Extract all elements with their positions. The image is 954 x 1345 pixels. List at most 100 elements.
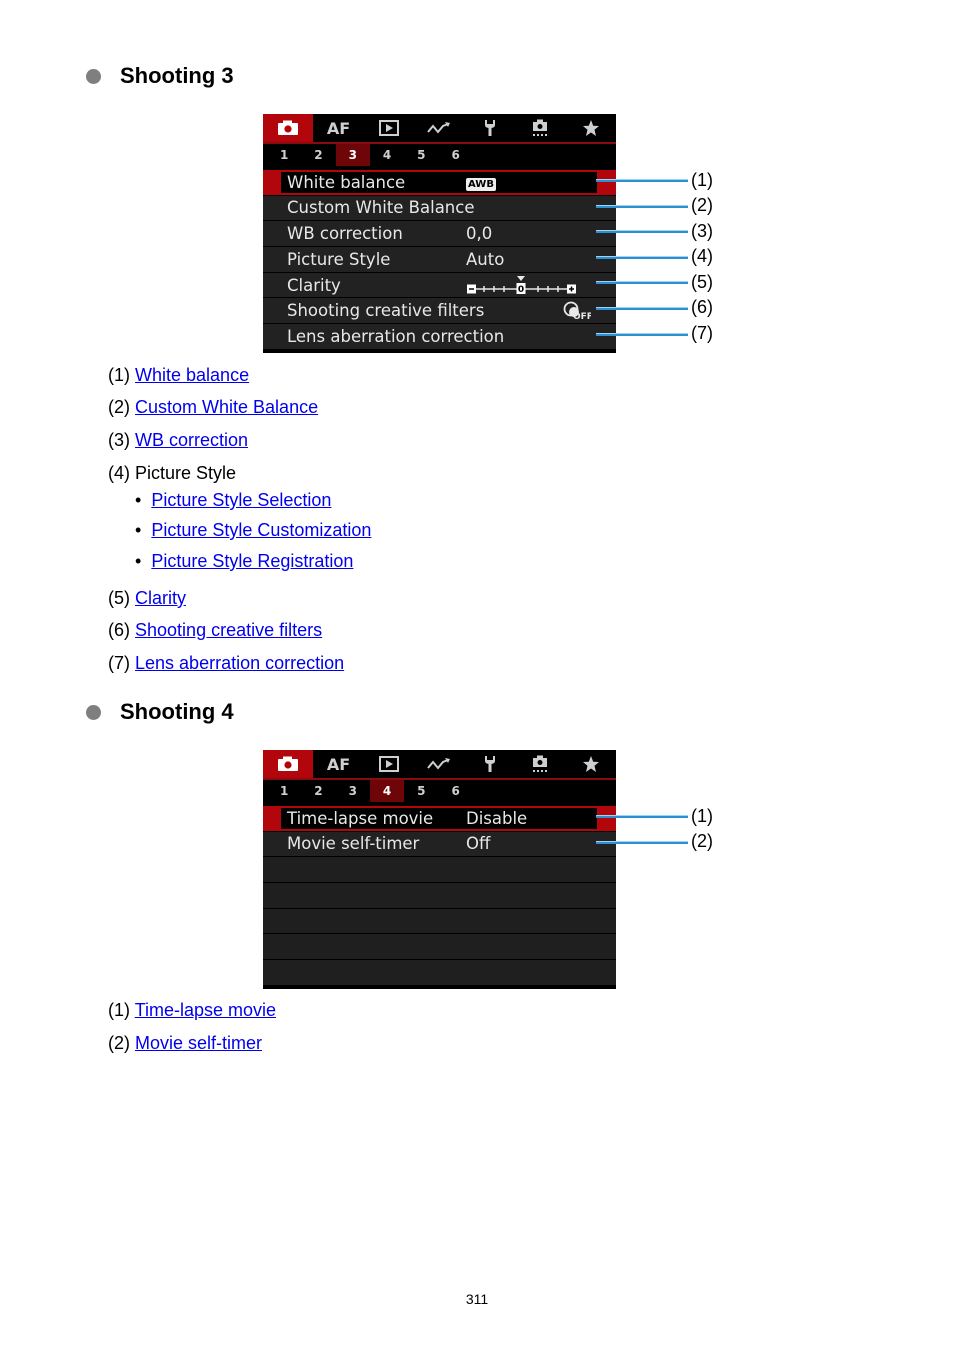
menu-row-wb-correction[interactable]: WB correction 0,0 — [263, 221, 616, 246]
creative-filter-off-icon: OFF — [563, 302, 591, 321]
sub-list-item: • Picture Style Selection — [135, 490, 331, 511]
camera-icon — [278, 756, 299, 771]
callout-label: (3) — [691, 221, 713, 241]
tab-custom-functions[interactable] — [515, 114, 565, 142]
section-title: Shooting 3 — [120, 63, 234, 88]
section-heading-shooting-3: Shooting 3 — [86, 63, 234, 89]
section-heading-shooting-4: Shooting 4 — [86, 699, 234, 725]
menu-row-movie-self-timer[interactable]: Movie self-timer Off — [263, 831, 616, 857]
subtab-6[interactable]: 6 — [438, 780, 472, 802]
awb-badge-icon: AWB — [466, 177, 496, 191]
tab-wireless[interactable] — [414, 750, 464, 778]
wireless-icon — [427, 122, 451, 134]
tab-af[interactable]: AF — [313, 750, 363, 778]
tab-shooting[interactable] — [263, 114, 314, 142]
callout-label: (1) — [691, 806, 713, 826]
menu-tab-bar: AF — [263, 750, 616, 780]
tab-setup[interactable] — [465, 114, 515, 142]
menu-subtab-bar: 1 2 3 4 5 6 — [263, 780, 616, 802]
link-picture-style-customization[interactable]: Picture Style Customization — [151, 520, 371, 540]
list-item: (6) Shooting creative filters — [108, 620, 323, 640]
tab-wireless[interactable] — [414, 114, 464, 142]
subtab-1[interactable]: 1 — [267, 780, 301, 802]
callout-label: (6) — [691, 297, 713, 317]
callout-line — [596, 205, 688, 208]
subtab-5[interactable]: 5 — [404, 780, 438, 802]
subtab-4[interactable]: 4 — [370, 144, 404, 166]
list-item: (5) Clarity — [108, 588, 187, 608]
link-time-lapse-movie[interactable]: Time-lapse movie — [135, 1000, 276, 1020]
camera-menu-shooting-3: AF 1 2 3 4 5 6 White balance AWB Custom … — [263, 114, 616, 353]
wireless-icon — [427, 758, 451, 770]
list-item-text: Picture Style — [135, 463, 237, 483]
link-wb-correction[interactable]: WB correction — [135, 430, 248, 450]
callout-label: (4) — [691, 246, 713, 266]
subtab-3[interactable]: 3 — [336, 780, 370, 802]
menu-row-empty — [263, 934, 616, 959]
menu-row-value: Off — [466, 834, 491, 854]
menu-row-label: WB correction — [287, 224, 403, 244]
wrench-icon — [484, 120, 495, 136]
tab-my-menu[interactable] — [565, 114, 615, 142]
tab-custom-functions[interactable] — [515, 750, 565, 778]
bullet-icon: • — [135, 490, 142, 510]
link-picture-style-registration[interactable]: Picture Style Registration — [151, 551, 353, 571]
menu-row-clarity[interactable]: Clarity 0 — [263, 272, 616, 298]
list-item: (2) Custom White Balance — [108, 397, 319, 417]
menu-row-picture-style[interactable]: Picture Style Auto — [263, 247, 616, 272]
menu-row-value: AWB — [466, 173, 496, 192]
wrench-icon — [484, 756, 495, 772]
tab-playback[interactable] — [364, 114, 414, 142]
menu-subtab-bar: 1 2 3 4 5 6 — [263, 144, 616, 166]
bullet-dot-icon — [86, 704, 101, 720]
subtab-5[interactable]: 5 — [404, 144, 438, 166]
sub-list-item: • Picture Style Registration — [135, 551, 353, 572]
menu-row-empty — [263, 960, 616, 985]
callout-label: (2) — [691, 195, 713, 215]
tab-my-menu[interactable] — [565, 750, 615, 778]
menu-row-empty — [263, 857, 616, 882]
menu-row-time-lapse-movie[interactable]: Time-lapse movie Disable — [263, 806, 616, 831]
camera-menu-shooting-4: AF 1 2 3 4 5 6 Time-lapse movie Disable … — [263, 750, 616, 989]
menu-row-custom-white-balance[interactable]: Custom White Balance — [263, 195, 616, 221]
playback-icon — [378, 120, 399, 136]
menu-tab-bar: AF — [263, 114, 616, 144]
link-clarity[interactable]: Clarity — [135, 588, 186, 608]
subtab-1[interactable]: 1 — [267, 144, 301, 166]
tab-shooting[interactable] — [263, 750, 314, 778]
link-shooting-creative-filters[interactable]: Shooting creative filters — [135, 620, 322, 640]
link-movie-self-timer[interactable]: Movie self-timer — [135, 1033, 262, 1053]
callout-label: (5) — [691, 272, 713, 292]
subtab-6[interactable]: 6 — [438, 144, 472, 166]
svg-text:0: 0 — [518, 285, 524, 295]
list-item: (4) Picture Style — [108, 463, 237, 483]
callout-line — [596, 179, 688, 182]
svg-text:OFF: OFF — [573, 312, 591, 321]
subtab-2[interactable]: 2 — [301, 144, 335, 166]
bullet-dot-icon — [86, 68, 101, 84]
tab-playback[interactable] — [364, 750, 414, 778]
menu-row-label: Picture Style — [287, 249, 391, 269]
link-custom-white-balance[interactable]: Custom White Balance — [135, 397, 318, 417]
menu-row-label: Shooting creative filters — [287, 301, 485, 321]
menu-row-label: Movie self-timer — [287, 834, 420, 854]
link-white-balance[interactable]: White balance — [135, 365, 249, 385]
subtab-3[interactable]: 3 — [335, 144, 370, 166]
menu-row-value: Disable — [466, 808, 528, 828]
link-picture-style-selection[interactable]: Picture Style Selection — [151, 490, 331, 510]
list-item: (2) Movie self-timer — [108, 1033, 263, 1053]
menu-row-lens-aberration-correction[interactable]: Lens aberration correction — [263, 324, 616, 349]
camera-icon — [278, 120, 299, 135]
menu-row-value: Auto — [466, 249, 505, 269]
tab-af[interactable]: AF — [313, 114, 363, 142]
list-item: (7) Lens aberration correction — [108, 653, 345, 673]
subtab-4[interactable]: 4 — [369, 780, 405, 802]
menu-row-shooting-creative-filters[interactable]: Shooting creative filters OFF — [263, 298, 616, 323]
menu-row-label: Custom White Balance — [287, 198, 475, 218]
tab-setup[interactable] — [465, 750, 515, 778]
callout-line — [596, 333, 688, 336]
sub-list-item: • Picture Style Customization — [135, 520, 371, 541]
subtab-2[interactable]: 2 — [301, 780, 335, 802]
menu-row-white-balance[interactable]: White balance AWB — [263, 170, 616, 195]
link-lens-aberration-correction[interactable]: Lens aberration correction — [135, 653, 344, 673]
